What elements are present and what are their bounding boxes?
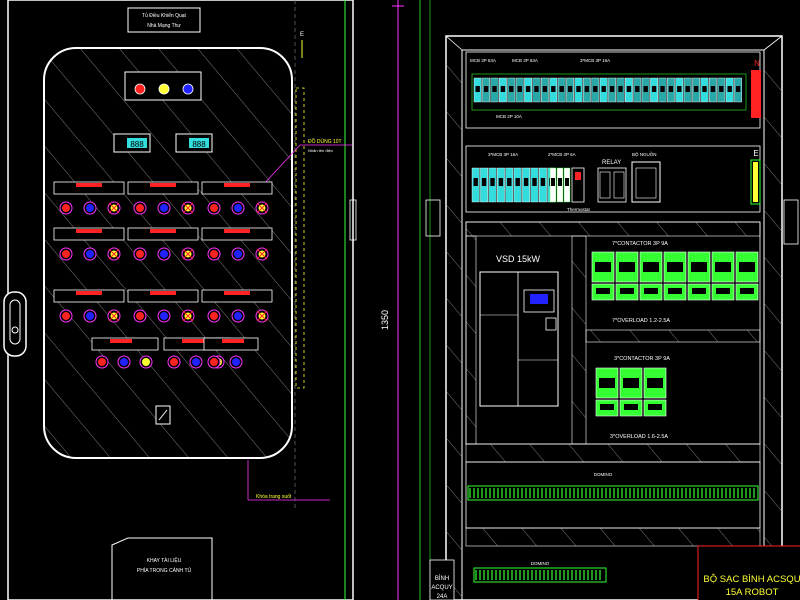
power-supply-block: [631, 161, 661, 203]
vsd-label: VSD 15kW: [496, 254, 541, 264]
contactor-label-1: 7*CONTACTOR 3P 9A: [612, 241, 668, 247]
meter-2-value: 888: [192, 140, 206, 149]
row2-label-2: 2*MCB 2P 6A: [548, 152, 576, 157]
contactor-unit: [639, 251, 663, 301]
title-block-line1: BỘ SẠC BÌNH ACSQU: [703, 574, 800, 585]
pocket-label-line2: PHÍA TRONG CÁNH TỦ: [137, 567, 192, 574]
height-dimension: 1350: [380, 310, 390, 330]
meter-1: 888: [113, 133, 151, 153]
bottom-callout-label: Khóa trang suốt: [256, 494, 292, 500]
contactor-unit: [591, 251, 615, 301]
note-line3: 24A: [437, 594, 448, 600]
overload-label-2: 3*OVERLOAD 1.6-2.5A: [610, 434, 668, 440]
mcb-label-2: MCB 3P 63A: [512, 58, 538, 63]
contactor-unit: [619, 367, 643, 417]
note-line1: BÌNH: [435, 575, 449, 582]
front-e-mark: E: [300, 32, 304, 38]
duct-label-2: DOMINO: [531, 561, 550, 566]
callout-label-line1: ĐỒ DÙNG 10T: [308, 138, 342, 145]
contactor-unit: [735, 251, 759, 301]
mcb-label-4: MCB 2P 10A: [496, 114, 522, 119]
relay-label: RELAY: [602, 160, 621, 166]
row2-label-1: 3*MCB 3P 16A: [488, 152, 518, 157]
e-label: E: [753, 149, 758, 158]
contactor-unit: [687, 251, 711, 301]
key-switch-icon: [155, 405, 171, 425]
front-title-line2: Nhà Mạng Thư: [147, 23, 181, 29]
contactor-unit: [615, 251, 639, 301]
contactor-label-2: 3*CONTACTOR 3P 9A: [614, 356, 670, 362]
front-title-line1: Tủ Điều Khiển Quạt: [142, 12, 187, 19]
pocket-label-line1: KHAY TÀI LIỆU: [147, 556, 182, 564]
contactor-unit: [663, 251, 687, 301]
meter-1-value: 888: [130, 140, 144, 149]
overload-label-1: 7*OVERLOAD 1.2-2.5A: [612, 318, 670, 324]
front-view: Tủ Điều Khiển Quạt Nhà Mạng Thư E 888 88…: [3, 0, 357, 600]
contactor-unit: [711, 251, 735, 301]
vsd-drive: [479, 271, 559, 407]
mcb-label-1: MCB 3P 63A: [470, 58, 496, 63]
title-block-line2: 15A ROBOT: [726, 587, 779, 598]
cad-drawing: Tủ Điều Khiển Quạt Nhà Mạng Thư E 888 88…: [3, 0, 800, 600]
relay-block: [597, 167, 627, 203]
terminal-strip-2: [473, 567, 607, 583]
mcb-label-3: 3*MCB 3P 16A: [580, 58, 610, 63]
n-label: N: [754, 59, 760, 68]
note-line2: ACQUY: [431, 585, 452, 591]
back-view: 1350 MCB 3P 63A MCB 3P 63A 3*MCB 3P 16A …: [380, 0, 800, 600]
terminal-strip-1: [467, 485, 759, 501]
meter-2: 888: [175, 133, 213, 153]
door-handle-icon: [3, 291, 27, 357]
contactor-unit: [643, 367, 667, 417]
duct-label-1: DOMINO: [594, 472, 613, 477]
contactor-unit: [595, 367, 619, 417]
callout-label-line2: Nhãn tên điện: [308, 148, 333, 153]
thermostat-label: Thermostat: [567, 207, 591, 212]
psu-label: BỘ NGUỒN: [632, 151, 657, 157]
